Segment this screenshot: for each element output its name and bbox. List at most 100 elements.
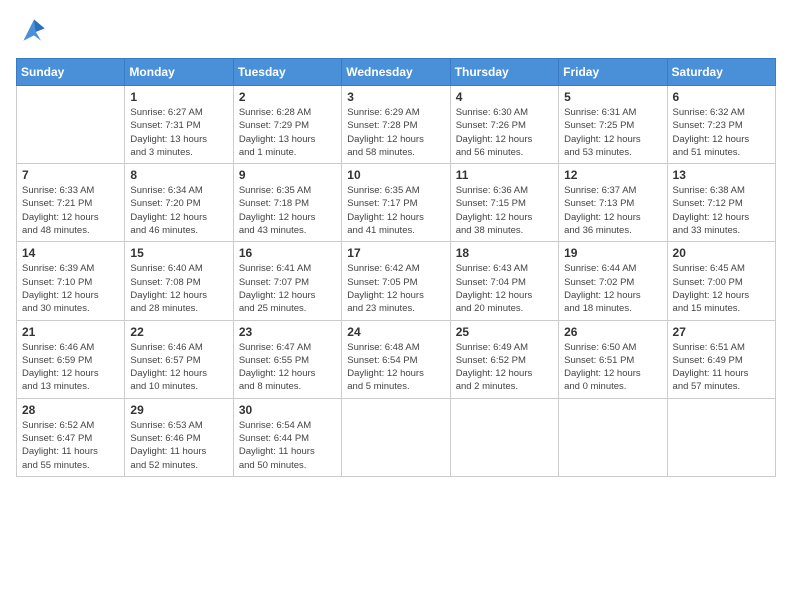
calendar-week-4: 21 Sunrise: 6:46 AM Sunset: 6:59 PM Dayli… bbox=[17, 320, 776, 398]
column-header-sunday: Sunday bbox=[17, 59, 125, 86]
calendar-cell bbox=[342, 398, 450, 476]
day-info: Sunrise: 6:53 AM Sunset: 6:46 PM Dayligh… bbox=[130, 419, 227, 472]
column-header-thursday: Thursday bbox=[450, 59, 558, 86]
day-info: Sunrise: 6:36 AM Sunset: 7:15 PM Dayligh… bbox=[456, 184, 553, 237]
calendar-cell: 20 Sunrise: 6:45 AM Sunset: 7:00 PM Dayli… bbox=[667, 242, 775, 320]
day-info: Sunrise: 6:40 AM Sunset: 7:08 PM Dayligh… bbox=[130, 262, 227, 315]
column-header-friday: Friday bbox=[559, 59, 667, 86]
calendar-cell bbox=[17, 86, 125, 164]
column-header-wednesday: Wednesday bbox=[342, 59, 450, 86]
day-number: 29 bbox=[130, 403, 227, 417]
day-info: Sunrise: 6:48 AM Sunset: 6:54 PM Dayligh… bbox=[347, 341, 444, 394]
day-info: Sunrise: 6:50 AM Sunset: 6:51 PM Dayligh… bbox=[564, 341, 661, 394]
calendar-cell: 22 Sunrise: 6:46 AM Sunset: 6:57 PM Dayli… bbox=[125, 320, 233, 398]
day-info: Sunrise: 6:28 AM Sunset: 7:29 PM Dayligh… bbox=[239, 106, 336, 159]
logo-icon bbox=[16, 16, 52, 46]
day-number: 27 bbox=[673, 325, 770, 339]
day-number: 15 bbox=[130, 246, 227, 260]
day-info: Sunrise: 6:27 AM Sunset: 7:31 PM Dayligh… bbox=[130, 106, 227, 159]
day-info: Sunrise: 6:41 AM Sunset: 7:07 PM Dayligh… bbox=[239, 262, 336, 315]
day-number: 24 bbox=[347, 325, 444, 339]
day-number: 10 bbox=[347, 168, 444, 182]
day-info: Sunrise: 6:46 AM Sunset: 6:57 PM Dayligh… bbox=[130, 341, 227, 394]
day-info: Sunrise: 6:35 AM Sunset: 7:17 PM Dayligh… bbox=[347, 184, 444, 237]
day-number: 3 bbox=[347, 90, 444, 104]
calendar-cell: 26 Sunrise: 6:50 AM Sunset: 6:51 PM Dayli… bbox=[559, 320, 667, 398]
calendar-cell: 5Sunrise: 6:31 AM Sunset: 7:25 PM Daylig… bbox=[559, 86, 667, 164]
calendar-cell: 27Sunrise: 6:51 AM Sunset: 6:49 PM Dayli… bbox=[667, 320, 775, 398]
day-number: 9 bbox=[239, 168, 336, 182]
calendar-cell: 11 Sunrise: 6:36 AM Sunset: 7:15 PM Dayli… bbox=[450, 164, 558, 242]
day-info: Sunrise: 6:35 AM Sunset: 7:18 PM Dayligh… bbox=[239, 184, 336, 237]
calendar-cell: 28Sunrise: 6:52 AM Sunset: 6:47 PM Dayli… bbox=[17, 398, 125, 476]
day-number: 26 bbox=[564, 325, 661, 339]
day-number: 5 bbox=[564, 90, 661, 104]
day-info: Sunrise: 6:43 AM Sunset: 7:04 PM Dayligh… bbox=[456, 262, 553, 315]
calendar-week-3: 14 Sunrise: 6:39 AM Sunset: 7:10 PM Dayli… bbox=[17, 242, 776, 320]
day-info: Sunrise: 6:30 AM Sunset: 7:26 PM Dayligh… bbox=[456, 106, 553, 159]
day-info: Sunrise: 6:29 AM Sunset: 7:28 PM Dayligh… bbox=[347, 106, 444, 159]
calendar-cell: 10 Sunrise: 6:35 AM Sunset: 7:17 PM Dayli… bbox=[342, 164, 450, 242]
calendar-cell: 13 Sunrise: 6:38 AM Sunset: 7:12 PM Dayli… bbox=[667, 164, 775, 242]
day-info: Sunrise: 6:38 AM Sunset: 7:12 PM Dayligh… bbox=[673, 184, 770, 237]
calendar-cell: 30Sunrise: 6:54 AM Sunset: 6:44 PM Dayli… bbox=[233, 398, 341, 476]
calendar-header-row: SundayMondayTuesdayWednesdayThursdayFrid… bbox=[17, 59, 776, 86]
calendar-cell bbox=[450, 398, 558, 476]
page-header bbox=[16, 16, 776, 46]
day-number: 22 bbox=[130, 325, 227, 339]
day-info: Sunrise: 6:49 AM Sunset: 6:52 PM Dayligh… bbox=[456, 341, 553, 394]
day-info: Sunrise: 6:39 AM Sunset: 7:10 PM Dayligh… bbox=[22, 262, 119, 315]
calendar-table: SundayMondayTuesdayWednesdayThursdayFrid… bbox=[16, 58, 776, 477]
calendar-cell: 8 Sunrise: 6:34 AM Sunset: 7:20 PM Daylig… bbox=[125, 164, 233, 242]
column-header-saturday: Saturday bbox=[667, 59, 775, 86]
day-number: 1 bbox=[130, 90, 227, 104]
day-number: 16 bbox=[239, 246, 336, 260]
calendar-cell: 21 Sunrise: 6:46 AM Sunset: 6:59 PM Dayli… bbox=[17, 320, 125, 398]
day-number: 23 bbox=[239, 325, 336, 339]
logo bbox=[16, 16, 56, 46]
calendar-cell: 23 Sunrise: 6:47 AM Sunset: 6:55 PM Dayli… bbox=[233, 320, 341, 398]
day-info: Sunrise: 6:37 AM Sunset: 7:13 PM Dayligh… bbox=[564, 184, 661, 237]
day-number: 21 bbox=[22, 325, 119, 339]
day-number: 4 bbox=[456, 90, 553, 104]
day-info: Sunrise: 6:34 AM Sunset: 7:20 PM Dayligh… bbox=[130, 184, 227, 237]
day-number: 11 bbox=[456, 168, 553, 182]
day-number: 7 bbox=[22, 168, 119, 182]
day-number: 30 bbox=[239, 403, 336, 417]
calendar-cell: 3 Sunrise: 6:29 AM Sunset: 7:28 PM Daylig… bbox=[342, 86, 450, 164]
calendar-cell bbox=[667, 398, 775, 476]
day-number: 2 bbox=[239, 90, 336, 104]
day-number: 8 bbox=[130, 168, 227, 182]
day-number: 6 bbox=[673, 90, 770, 104]
day-number: 20 bbox=[673, 246, 770, 260]
day-info: Sunrise: 6:47 AM Sunset: 6:55 PM Dayligh… bbox=[239, 341, 336, 394]
calendar-cell: 9 Sunrise: 6:35 AM Sunset: 7:18 PM Daylig… bbox=[233, 164, 341, 242]
day-info: Sunrise: 6:32 AM Sunset: 7:23 PM Dayligh… bbox=[673, 106, 770, 159]
calendar-cell bbox=[559, 398, 667, 476]
calendar-cell: 12Sunrise: 6:37 AM Sunset: 7:13 PM Dayli… bbox=[559, 164, 667, 242]
calendar-cell: 19Sunrise: 6:44 AM Sunset: 7:02 PM Dayli… bbox=[559, 242, 667, 320]
day-info: Sunrise: 6:45 AM Sunset: 7:00 PM Dayligh… bbox=[673, 262, 770, 315]
calendar-cell: 6 Sunrise: 6:32 AM Sunset: 7:23 PM Daylig… bbox=[667, 86, 775, 164]
column-header-tuesday: Tuesday bbox=[233, 59, 341, 86]
calendar-cell: 29 Sunrise: 6:53 AM Sunset: 6:46 PM Dayli… bbox=[125, 398, 233, 476]
day-number: 14 bbox=[22, 246, 119, 260]
day-info: Sunrise: 6:52 AM Sunset: 6:47 PM Dayligh… bbox=[22, 419, 119, 472]
day-number: 13 bbox=[673, 168, 770, 182]
calendar-cell: 18 Sunrise: 6:43 AM Sunset: 7:04 PM Dayli… bbox=[450, 242, 558, 320]
calendar-week-5: 28Sunrise: 6:52 AM Sunset: 6:47 PM Dayli… bbox=[17, 398, 776, 476]
calendar-cell: 17 Sunrise: 6:42 AM Sunset: 7:05 PM Dayli… bbox=[342, 242, 450, 320]
calendar-cell: 25 Sunrise: 6:49 AM Sunset: 6:52 PM Dayli… bbox=[450, 320, 558, 398]
day-number: 18 bbox=[456, 246, 553, 260]
day-info: Sunrise: 6:46 AM Sunset: 6:59 PM Dayligh… bbox=[22, 341, 119, 394]
day-number: 25 bbox=[456, 325, 553, 339]
calendar-cell: 14 Sunrise: 6:39 AM Sunset: 7:10 PM Dayli… bbox=[17, 242, 125, 320]
calendar-cell: 15 Sunrise: 6:40 AM Sunset: 7:08 PM Dayli… bbox=[125, 242, 233, 320]
day-info: Sunrise: 6:33 AM Sunset: 7:21 PM Dayligh… bbox=[22, 184, 119, 237]
calendar-cell: 4 Sunrise: 6:30 AM Sunset: 7:26 PM Daylig… bbox=[450, 86, 558, 164]
column-header-monday: Monday bbox=[125, 59, 233, 86]
day-info: Sunrise: 6:42 AM Sunset: 7:05 PM Dayligh… bbox=[347, 262, 444, 315]
calendar-cell: 2 Sunrise: 6:28 AM Sunset: 7:29 PM Daylig… bbox=[233, 86, 341, 164]
calendar-cell: 16 Sunrise: 6:41 AM Sunset: 7:07 PM Dayli… bbox=[233, 242, 341, 320]
day-number: 17 bbox=[347, 246, 444, 260]
